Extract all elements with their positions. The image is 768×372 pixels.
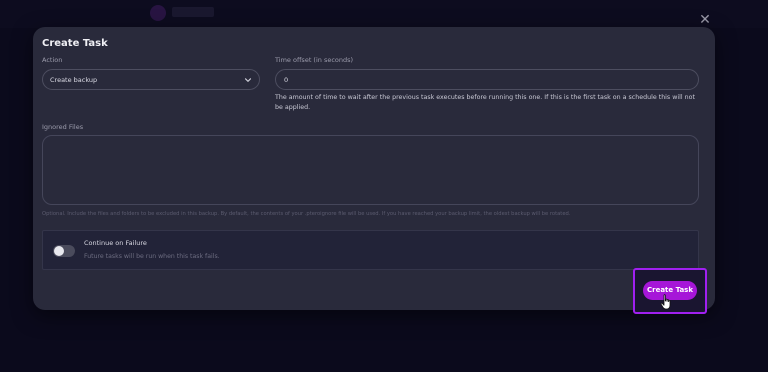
- hand-cursor-icon: [660, 294, 671, 310]
- time-offset-help: The amount of time to wait after the pre…: [275, 94, 695, 111]
- time-offset-value: 0: [284, 76, 289, 84]
- continue-on-failure-label: Continue on Failure: [84, 239, 147, 247]
- continue-on-failure-toggle[interactable]: [53, 245, 75, 257]
- create-task-modal: Create Task Action Create backup Time of…: [33, 27, 715, 310]
- continue-on-failure-description: Future tasks will be run when this task …: [84, 253, 220, 260]
- time-offset-label: Time offset (in seconds): [275, 56, 354, 64]
- ignored-files-label: Ignored Files: [42, 123, 84, 131]
- ignored-files-textarea[interactable]: [42, 135, 699, 205]
- modal-title: Create Task: [42, 38, 108, 49]
- toggle-knob: [54, 246, 64, 256]
- action-selected-value: Create backup: [50, 76, 98, 84]
- time-offset-input[interactable]: 0: [275, 69, 699, 90]
- background-header: [0, 0, 768, 28]
- action-select[interactable]: Create backup: [42, 69, 260, 90]
- create-task-highlight: Create Task: [633, 268, 707, 314]
- ignored-files-help: Optional. Include the files and folders …: [42, 211, 571, 217]
- close-icon[interactable]: ✕: [697, 12, 713, 28]
- chevron-down-icon: [244, 78, 252, 82]
- continue-on-failure-box: Continue on Failure Future tasks will be…: [42, 230, 699, 270]
- background-title: [172, 7, 214, 17]
- background-avatar: [150, 5, 166, 21]
- action-label: Action: [42, 56, 63, 64]
